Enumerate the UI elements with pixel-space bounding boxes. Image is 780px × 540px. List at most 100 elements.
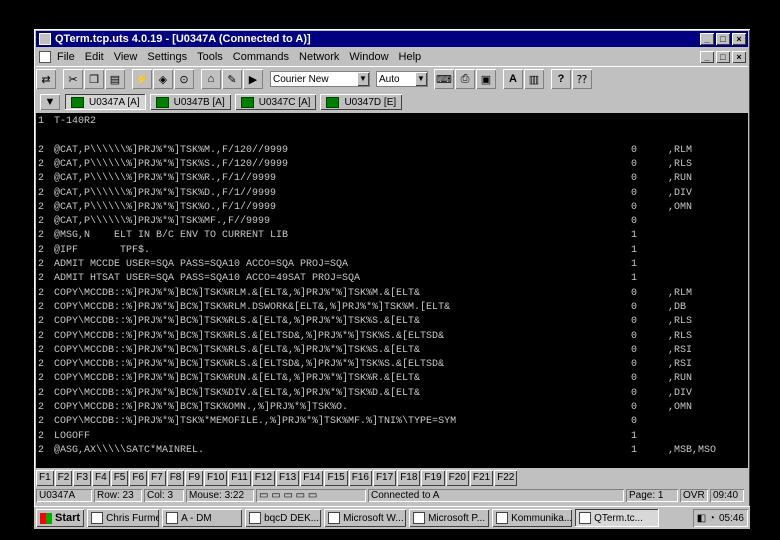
fkey-button[interactable]: F1 bbox=[36, 470, 54, 486]
menu-network[interactable]: Network bbox=[299, 51, 339, 63]
terminal-screen[interactable]: 1 T-140R2 2 @CAT,P\\\\\\%]PRJ%*%]TSK%M.,F/1… bbox=[36, 113, 748, 468]
line-text: COPY\MCCDB::%]PRJ%*%]TSK%*MEMOFILE.,%]PR… bbox=[54, 416, 457, 428]
start-button[interactable]: Start bbox=[36, 509, 84, 527]
chart-icon[interactable]: ▥ bbox=[524, 69, 544, 89]
line-text: @CAT,P\\\\\\%]PRJ%*%]TSK%MF.,F//9999 bbox=[54, 216, 271, 228]
copy-icon[interactable]: ❐ bbox=[84, 69, 104, 89]
line-flag: 0 bbox=[631, 287, 638, 299]
line-index: 2 bbox=[38, 287, 45, 299]
status-mouse: Mouse: 3:22 bbox=[186, 489, 254, 502]
mdi-close-button[interactable]: × bbox=[732, 50, 746, 63]
fkey-button[interactable]: F21 bbox=[470, 470, 493, 486]
fkey-button[interactable]: F12 bbox=[252, 470, 275, 486]
fkey-button[interactable]: F19 bbox=[421, 470, 444, 486]
print-icon[interactable]: ⎙ bbox=[455, 69, 475, 89]
chevron-down-icon[interactable]: ▼ bbox=[357, 72, 369, 86]
line-flag: 0 bbox=[631, 387, 638, 399]
tray-icons[interactable]: ◧ ◔ bbox=[697, 513, 715, 524]
fkey-button[interactable]: F3 bbox=[73, 470, 91, 486]
fkey-button[interactable]: F16 bbox=[349, 470, 372, 486]
fkey-button[interactable]: F2 bbox=[55, 470, 73, 486]
record-icon[interactable]: ⊙ bbox=[174, 69, 194, 89]
fkey-button[interactable]: F10 bbox=[204, 470, 227, 486]
fkey-button[interactable]: F18 bbox=[397, 470, 420, 486]
mdi-restore-button[interactable]: □ bbox=[716, 50, 730, 63]
fkey-button[interactable]: F11 bbox=[228, 470, 251, 486]
menu-window[interactable]: Window bbox=[349, 51, 388, 63]
line-label: ,RSI bbox=[668, 344, 693, 356]
font-select-value: Courier New bbox=[273, 73, 329, 85]
menu-tools[interactable]: Tools bbox=[197, 51, 223, 63]
fkey-button[interactable]: F14 bbox=[300, 470, 323, 486]
line-text: @CAT,P\\\\\\%]PRJ%*%]TSK%S.,F/120//9999 bbox=[54, 158, 289, 170]
line-index: 2 bbox=[38, 144, 45, 156]
menu-edit[interactable]: Edit bbox=[85, 51, 104, 63]
mdi-minimize-button[interactable]: _ bbox=[700, 50, 714, 63]
terminal-line: 2 COPY\MCCDB::%]PRJ%*%]BC%]TSK%RLM.&[ELT&… bbox=[38, 287, 748, 301]
fkey-button[interactable]: F17 bbox=[373, 470, 396, 486]
document-icon[interactable] bbox=[39, 50, 51, 63]
home-icon[interactable]: ⌂ bbox=[201, 69, 221, 89]
session-menu-icon[interactable]: ▼ bbox=[40, 94, 60, 110]
tab-u0347b[interactable]: U0347B [A] bbox=[150, 94, 231, 110]
paste-icon[interactable]: ▤ bbox=[105, 69, 125, 89]
fkey-button[interactable]: F4 bbox=[92, 470, 110, 486]
line-label: ,RLS bbox=[668, 158, 693, 170]
cut-icon[interactable]: ✂ bbox=[63, 69, 83, 89]
font-select[interactable]: Courier New ▼ bbox=[270, 71, 370, 87]
size-select[interactable]: Auto ▼ bbox=[376, 71, 428, 87]
fkey-button[interactable]: F15 bbox=[324, 470, 347, 486]
minimize-button[interactable]: _ bbox=[700, 33, 714, 45]
menu-view[interactable]: View bbox=[114, 51, 138, 63]
line-index: 2 bbox=[38, 330, 45, 342]
taskbar-item[interactable]: Kommunika... bbox=[492, 509, 572, 527]
fkey-button[interactable]: F13 bbox=[276, 470, 299, 486]
connect-icon[interactable]: ⇄ bbox=[36, 69, 56, 89]
maximize-button[interactable]: □ bbox=[716, 33, 730, 45]
menu-commands[interactable]: Commands bbox=[233, 51, 289, 63]
fkey-button[interactable]: F5 bbox=[111, 470, 129, 486]
app-icon bbox=[579, 512, 592, 524]
save-icon[interactable]: ▣ bbox=[476, 69, 496, 89]
terminal-line: 2 @CAT,P\\\\\\%]PRJ%*%]TSK%D.,F/1//9999 0,… bbox=[38, 187, 748, 201]
keyboard-icon[interactable]: ⌨ bbox=[434, 69, 454, 89]
menu-help[interactable]: Help bbox=[399, 51, 422, 63]
help-icon[interactable]: ? bbox=[551, 69, 571, 89]
taskbar-item[interactable]: bqcD DEK... bbox=[245, 509, 321, 527]
fkey-button[interactable]: F22 bbox=[494, 470, 517, 486]
taskbar-item[interactable]: A - DM bbox=[162, 509, 242, 527]
fkey-button[interactable]: F6 bbox=[129, 470, 147, 486]
play-icon[interactable]: ▶ bbox=[243, 69, 263, 89]
close-button[interactable]: × bbox=[732, 33, 746, 45]
fkey-button[interactable]: F9 bbox=[185, 470, 203, 486]
taskbar-item[interactable]: Microsoft P... bbox=[409, 509, 489, 527]
line-text: COPY\MCCDB::%]PRJ%*%]BC%]TSK%RLM.DSWORK&… bbox=[54, 301, 451, 313]
fkey-button[interactable]: F8 bbox=[167, 470, 185, 486]
terminal-line: 2 COPY\MCCDB::%]PRJ%*%]BC%]TSK%OMN.,%]PRJ… bbox=[38, 401, 748, 415]
title-bar[interactable]: QTerm.tcp.uts 4.0.19 - [U0347A (Connecte… bbox=[36, 31, 748, 47]
line-index: 2 bbox=[38, 301, 45, 313]
taskbar-item-active[interactable]: QTerm.tc... bbox=[575, 509, 660, 527]
line-text: @CAT,P\\\\\\%]PRJ%*%]TSK%O.,F/1//9999 bbox=[54, 201, 277, 213]
fkey-button[interactable]: F7 bbox=[148, 470, 166, 486]
status-connection: Connected to A bbox=[368, 489, 624, 502]
fkey-button[interactable]: F20 bbox=[446, 470, 469, 486]
tab-u0347d[interactable]: U0347D [E] bbox=[320, 94, 402, 110]
edit-icon[interactable]: ✎ bbox=[222, 69, 242, 89]
app-icon bbox=[39, 33, 51, 45]
tab-u0347a[interactable]: U0347A [A] bbox=[65, 94, 146, 110]
context-help-icon[interactable]: ⁇ bbox=[572, 69, 592, 89]
capture-icon[interactable]: ◈ bbox=[153, 69, 173, 89]
taskbar-item[interactable]: Microsoft W... bbox=[324, 509, 406, 527]
line-label: ,RSI bbox=[668, 359, 693, 371]
tab-u0347c[interactable]: U0347C [A] bbox=[235, 94, 317, 110]
menu-file[interactable]: File bbox=[57, 51, 75, 63]
menu-settings[interactable]: Settings bbox=[147, 51, 187, 63]
font-icon[interactable]: A bbox=[503, 69, 523, 89]
line-label: ,RLM bbox=[668, 144, 693, 156]
line-flag: 0 bbox=[631, 144, 638, 156]
chevron-down-icon[interactable]: ▼ bbox=[415, 72, 427, 86]
line-flag: 1 bbox=[631, 244, 638, 256]
script-icon[interactable]: ⚡ bbox=[132, 69, 152, 89]
taskbar-item[interactable]: Chris Furme... bbox=[87, 509, 159, 527]
